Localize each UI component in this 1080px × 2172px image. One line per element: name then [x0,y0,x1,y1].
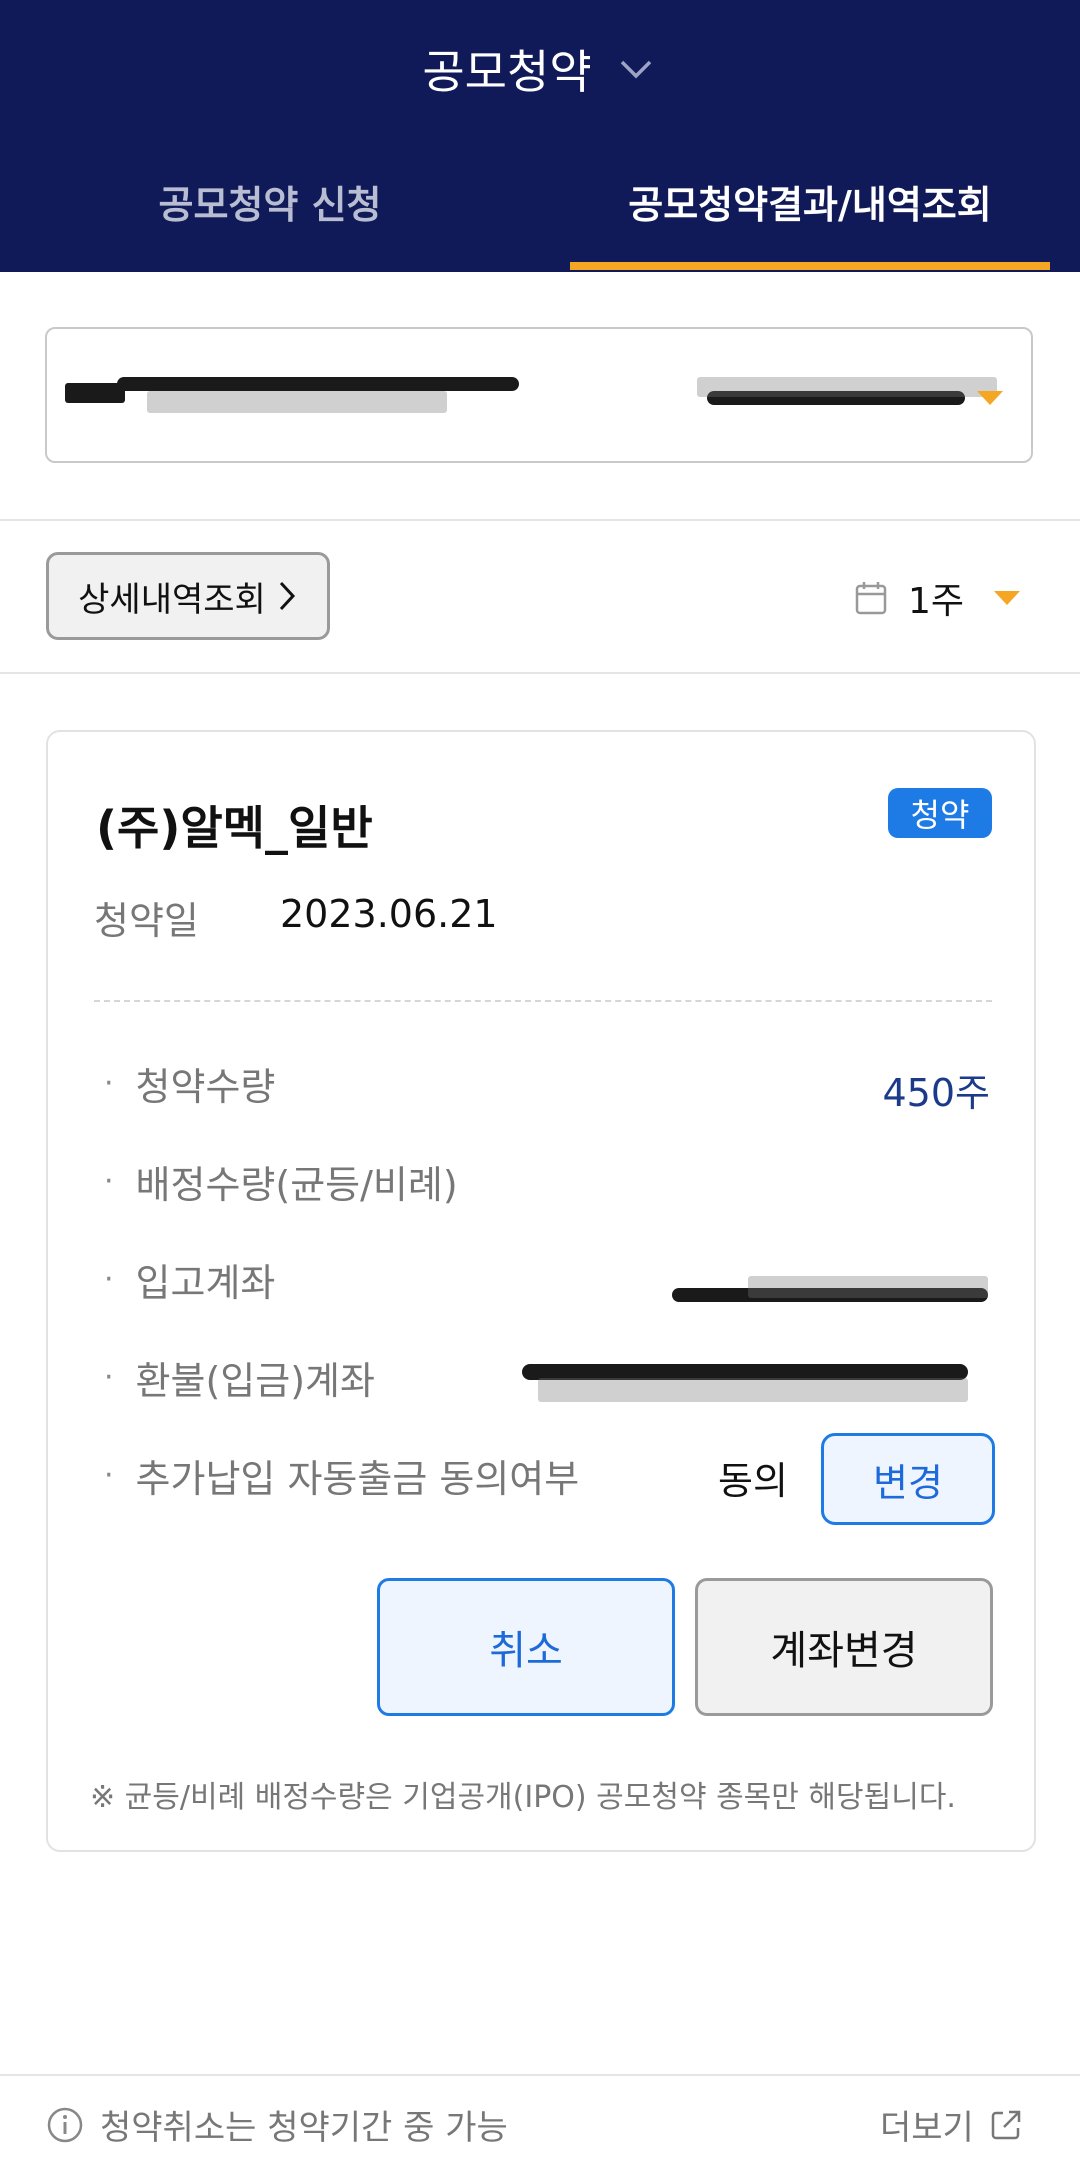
tab-label: 공모청약 신청 [158,183,382,227]
chevron-down-icon [620,60,651,79]
stock-name: (주)알멕_일반 [96,801,373,855]
bullet: · [104,1262,114,1297]
footer-divider [0,2074,1080,2076]
consent-change-button[interactable]: 변경 [821,1433,995,1525]
info-icon [47,2107,83,2142]
detail-history-label: 상세내역조회 [78,579,266,620]
detail-history-button[interactable]: 상세내역조회 [46,552,330,640]
subscription-date-label: 청약일 [94,899,199,943]
redacted-refund-account-blur [538,1378,968,1402]
page: 공모청약 공모청약 신청 공모청약결과/내역조회 상세내역조회 1주 (주)알멕… [0,0,1080,2172]
bullet: · [104,1458,114,1493]
status-badge: 청약 [888,788,992,838]
section-divider [0,672,1080,674]
header-title-dropdown[interactable]: 공모청약 [0,34,1080,104]
change-account-button[interactable]: 계좌변경 [695,1578,993,1716]
more-link[interactable]: 더보기 [880,2100,1024,2149]
redacted-account-number-blur [147,391,447,413]
bullet: · [104,1066,114,1101]
redacted-account-name [117,377,519,391]
bullet: · [104,1164,114,1199]
row-label: 입고계좌 [135,1261,276,1305]
tab-label: 공모청약결과/내역조회 [628,183,992,227]
redacted-account-number-blur-2 [697,377,997,397]
app-header: 공모청약 공모청약 신청 공모청약결과/내역조회 [0,0,1080,272]
caret-down-icon [977,391,1003,405]
cancel-subscription-button[interactable]: 취소 [377,1578,675,1716]
row-allocated-quantity: · 배정수량(균등/비례) [104,1154,458,1209]
tab-bar: 공모청약 신청 공모청약결과/내역조회 [0,150,1080,272]
period-select[interactable]: 1주 [854,570,1021,626]
section-divider [0,519,1080,521]
subscription-card: (주)알멕_일반 청약 청약일 2023.06.21 · 청약수량 450주 ·… [46,730,1036,1852]
row-auto-debit-consent: · 추가납입 자동출금 동의여부 [104,1448,579,1503]
consent-status: 동의 [718,1459,788,1503]
subscription-quantity-value: 450주 [882,1071,991,1115]
redacted-account-name-blur [65,383,125,403]
redacted-deposit-account-blur [748,1276,988,1298]
row-label: 배정수량(균등/비례) [135,1163,458,1207]
row-label: 청약수량 [135,1065,276,1109]
header-title: 공모청약 [422,45,592,99]
cancel-info-text: 청약취소는 청약기간 중 가능 [100,2108,508,2148]
dashed-divider [94,1000,992,1002]
row-refund-account: · 환불(입금)계좌 [104,1350,375,1405]
external-link-icon [991,2110,1021,2139]
period-value: 1주 [908,581,965,622]
row-deposit-account: · 입고계좌 [104,1252,275,1307]
row-label: 추가납입 자동출금 동의여부 [135,1457,580,1501]
subscription-date-value: 2023.06.21 [280,892,498,936]
row-label: 환불(입금)계좌 [135,1359,375,1403]
account-select[interactable] [45,327,1033,463]
chevron-right-icon [279,581,295,611]
caret-down-icon [994,591,1021,605]
cancel-info: 청약취소는 청약기간 중 가능 [46,2100,508,2149]
allocation-note: ※ 균등/비례 배정수량은 기업공개(IPO) 공모청약 종목만 해당됩니다. [90,1780,956,1815]
tab-subscription-result[interactable]: 공모청약결과/내역조회 [540,150,1080,272]
tab-subscription-apply[interactable]: 공모청약 신청 [0,150,540,272]
bullet: · [104,1360,114,1395]
more-label: 더보기 [880,2108,974,2148]
row-subscription-quantity: · 청약수량 [104,1056,275,1111]
calendar-icon [855,582,887,615]
